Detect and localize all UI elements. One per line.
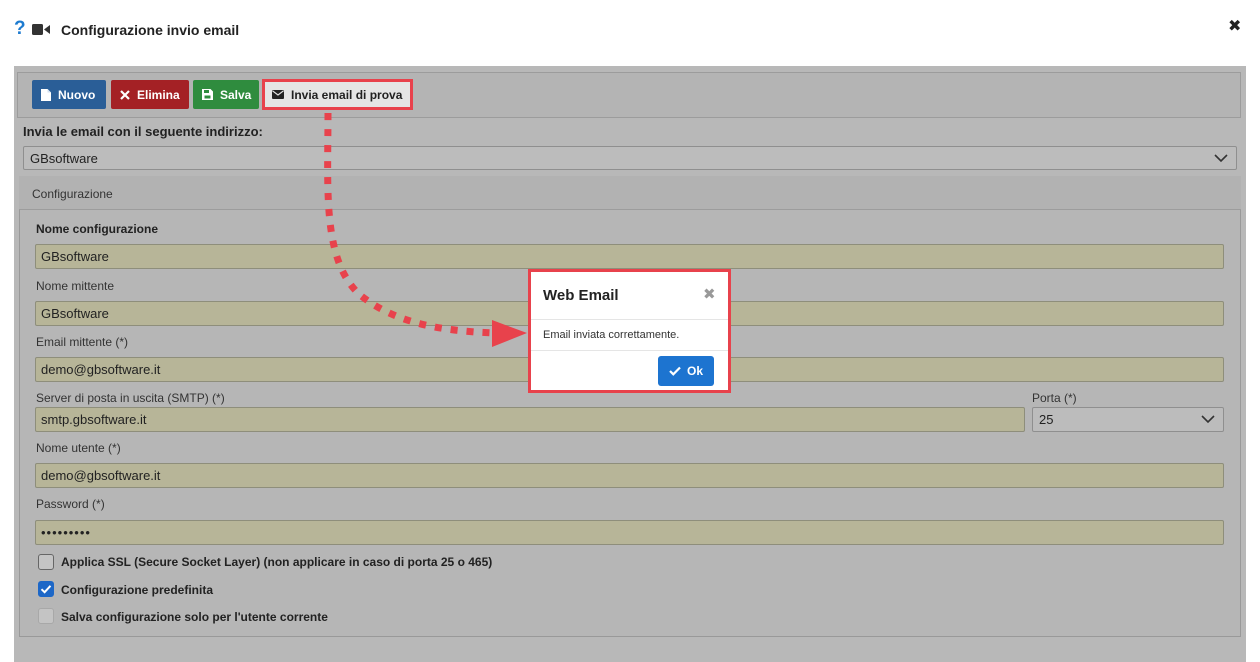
new-button-label: Nuovo [58,87,96,102]
config-name-label: Nome configurazione [36,222,159,236]
default-config-checkbox-label: Configurazione predefinita [61,583,214,597]
sender-email-value: demo@gbsoftware.it [41,362,161,377]
sender-name-value: GBsoftware [41,306,109,321]
dialog-title: Configurazione invio email [61,22,240,38]
configuration-title: Configurazione [32,187,113,201]
ssl-checkbox[interactable] [38,554,54,570]
modal-footer-divider [531,350,728,351]
send-test-email-label: Invia email di prova [291,87,403,102]
check-icon [40,585,52,594]
floppy-icon [202,89,213,100]
username-value: demo@gbsoftware.it [41,468,161,483]
port-label: Porta (*) [1032,391,1077,405]
password-value: ••••••••• [41,525,91,540]
chevron-down-icon [1201,415,1215,424]
new-button[interactable]: Nuovo [32,80,106,109]
video-camera-icon[interactable] [32,23,50,36]
modal-title: Web Email [543,287,619,304]
user-only-checkbox[interactable] [38,608,54,624]
delete-button-label: Elimina [137,87,180,102]
config-name-input[interactable]: GBsoftware [35,244,1224,269]
times-icon [120,89,130,100]
ok-button-label: Ok [686,364,703,378]
username-input[interactable]: demo@gbsoftware.it [35,463,1224,488]
sender-select[interactable]: GBsoftware [23,146,1237,170]
sender-select-value: GBsoftware [30,150,98,166]
username-label: Nome utente (*) [36,441,121,455]
smtp-value: smtp.gbsoftware.it [41,412,147,427]
envelope-icon [272,90,284,99]
config-name-value: GBsoftware [41,249,109,264]
modal-close-icon[interactable]: ✖ [703,285,716,303]
port-value: 25 [1039,412,1054,427]
default-config-checkbox[interactable] [38,581,54,597]
close-icon[interactable]: ✖ [1228,16,1241,36]
modal-header: Web Email ✖ [531,272,728,320]
save-button-label: Salva [220,87,252,102]
save-button[interactable]: Salva [193,80,259,109]
dialog-titlebar: ? Configurazione invio email ✖ [0,0,1260,66]
modal-message: Email inviata correttamente. [543,329,680,341]
sender-name-label: Nome mittente [36,279,115,293]
check-icon [669,366,681,376]
smtp-input[interactable]: smtp.gbsoftware.it [35,407,1025,432]
sender-select-label: Invia le email con il seguente indirizzo… [23,124,263,139]
help-icon[interactable]: ? [14,18,26,40]
user-only-checkbox-label: Salva configurazione solo per l'utente c… [61,610,328,624]
ssl-checkbox-label: Applica SSL (Secure Socket Layer) (non a… [61,555,493,569]
port-select[interactable]: 25 [1032,407,1224,432]
file-icon [41,88,51,101]
configuration-header: Configurazione [19,176,1241,210]
web-email-modal: Web Email ✖ Email inviata correttamente.… [528,269,731,393]
password-input[interactable]: ••••••••• [35,520,1224,545]
send-test-email-button[interactable]: Invia email di prova [262,79,413,110]
chevron-down-icon [1214,154,1228,163]
ok-button[interactable]: Ok [658,356,714,386]
delete-button[interactable]: Elimina [111,80,189,109]
sender-email-label: Email mittente (*) [36,335,129,349]
smtp-label: Server di posta in uscita (SMTP) (*) [36,391,225,405]
password-label: Password (*) [36,497,105,511]
